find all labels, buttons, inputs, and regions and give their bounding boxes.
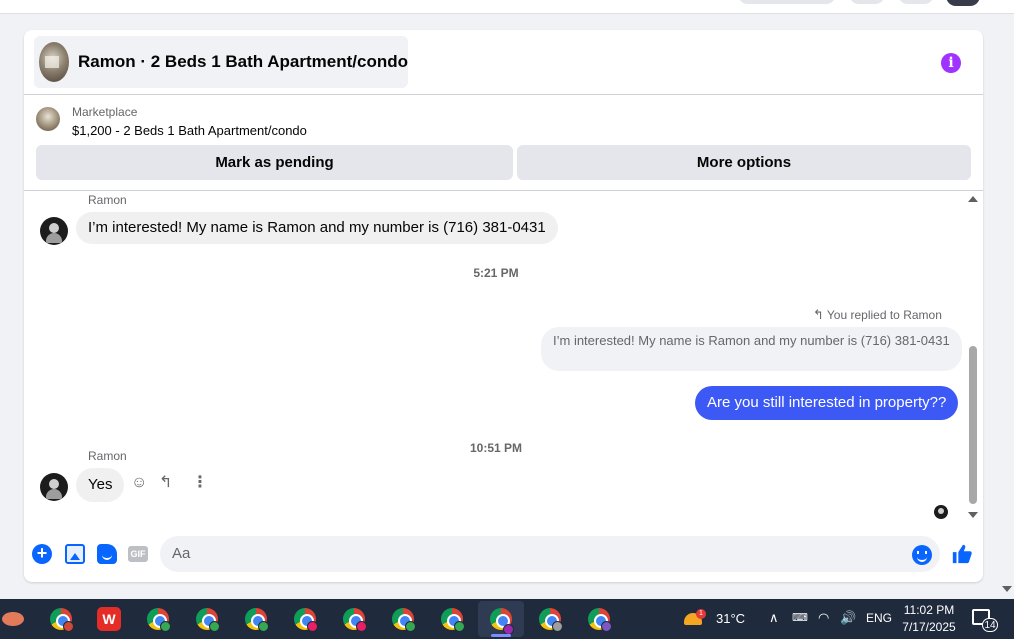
scroll-down-arrow[interactable]: [968, 512, 978, 518]
profile-badge: [405, 621, 416, 632]
profile-badge: [160, 621, 171, 632]
clock[interactable]: 11:02 PM 7/17/2025: [893, 602, 965, 636]
taskbar-chrome-t[interactable]: [46, 604, 76, 634]
more-options-button[interactable]: More options: [517, 145, 971, 180]
incoming-message[interactable]: I’m interested! My name is Ramon and my …: [76, 212, 558, 244]
wps-icon: W: [97, 607, 121, 631]
chat-window: Ramon · 2 Beds 1 Bath Apartment/condo i …: [24, 30, 983, 582]
more-actions-icon[interactable]: ⋮: [192, 474, 208, 492]
profile-badge: [258, 621, 269, 632]
reply-context: ↰ You replied to Ramon: [813, 307, 942, 323]
seen-indicator-avatar: [934, 505, 948, 519]
profile-badge: [356, 621, 367, 632]
info-icon[interactable]: i: [941, 53, 961, 73]
message-composer: + GIF Aa: [24, 532, 983, 582]
start-icon[interactable]: [0, 604, 28, 634]
temperature[interactable]: 31°C: [716, 611, 745, 626]
message-thread: Ramon I’m interested! My name is Ramon a…: [24, 192, 983, 532]
notification-count: 14: [982, 618, 998, 632]
top-nav-menu-button[interactable]: [849, 0, 885, 4]
taskbar-chrome[interactable]: [290, 604, 320, 634]
taskbar-chrome[interactable]: [584, 604, 614, 634]
top-nav-pill-button[interactable]: [738, 0, 836, 4]
outgoing-message[interactable]: Are you still interested in property??: [695, 386, 959, 420]
timestamp: 10:51 PM: [469, 441, 523, 455]
mark-as-pending-button[interactable]: Mark as pending: [36, 145, 513, 180]
clock-date: 7/17/2025: [902, 620, 956, 634]
react-emoji-icon[interactable]: ☺: [131, 474, 147, 492]
timestamp: 5:21 PM: [473, 266, 519, 280]
profile-badge: [601, 621, 612, 632]
sender-avatar[interactable]: [40, 473, 68, 501]
incoming-message[interactable]: Yes: [76, 468, 125, 502]
taskbar-chrome[interactable]: [241, 604, 271, 634]
scrollbar-thumb[interactable]: [969, 346, 977, 504]
thumbs-up-icon[interactable]: [951, 543, 973, 565]
sticker-icon[interactable]: [97, 544, 117, 564]
language-indicator[interactable]: ENG: [866, 611, 892, 625]
plus-icon[interactable]: +: [32, 544, 52, 564]
reply-context-label: You replied to Ramon: [826, 308, 942, 322]
profile-badge: [63, 621, 74, 632]
listing-thumbnail[interactable]: [36, 107, 60, 131]
windows-taskbar: W: [0, 599, 1014, 639]
top-nav-notification-button[interactable]: [898, 0, 934, 4]
profile-badge: [552, 621, 563, 632]
taskbar-chrome[interactable]: [192, 604, 222, 634]
taskbar-chrome[interactable]: [437, 604, 467, 634]
scroll-up-arrow[interactable]: [968, 196, 978, 202]
gif-icon[interactable]: GIF: [128, 546, 148, 562]
conversation-title-button[interactable]: Ramon · 2 Beds 1 Bath Apartment/condo: [34, 36, 408, 88]
active-indicator: [491, 634, 511, 637]
taskbar-chrome[interactable]: [535, 604, 565, 634]
top-navigation-strip: [0, 0, 1014, 14]
profile-badge: [454, 621, 465, 632]
taskbar-chrome[interactable]: [339, 604, 369, 634]
conversation-title: Ramon · 2 Beds 1 Bath Apartment/condo: [78, 52, 408, 71]
listing-avatar: [39, 42, 70, 82]
quoted-message[interactable]: I’m interested! My name is Ramon and my …: [541, 327, 962, 371]
taskbar-chrome[interactable]: [143, 604, 173, 634]
weather-alert-badge: 1: [696, 609, 706, 619]
chat-header: Ramon · 2 Beds 1 Bath Apartment/condo i: [24, 30, 983, 95]
page-scroll-down-arrow[interactable]: [1002, 586, 1012, 592]
reply-icon[interactable]: ↰: [159, 474, 172, 492]
weather-icon[interactable]: 1: [684, 609, 706, 627]
profile-avatar[interactable]: [946, 0, 980, 6]
chevron-up-icon[interactable]: ∧: [769, 610, 779, 626]
taskbar-wps[interactable]: W: [94, 604, 124, 634]
listing-price-title[interactable]: $1,200 - 2 Beds 1 Bath Apartment/condo: [72, 123, 307, 138]
speaker-icon[interactable]: 🔊: [840, 610, 856, 626]
emoji-icon[interactable]: [912, 545, 932, 565]
taskbar-chrome[interactable]: [388, 604, 418, 634]
photo-icon[interactable]: [65, 544, 85, 564]
listing-panel: Marketplace $1,200 - 2 Beds 1 Bath Apart…: [24, 96, 983, 191]
sender-name: Ramon: [88, 193, 127, 207]
start-app-icon: [2, 612, 24, 626]
taskbar-chrome-active[interactable]: [478, 601, 524, 637]
clock-time: 11:02 PM: [903, 603, 955, 617]
listing-source: Marketplace: [72, 105, 138, 119]
message-input[interactable]: Aa: [160, 536, 940, 572]
profile-badge: [307, 621, 318, 632]
reply-icon: ↰: [813, 307, 824, 322]
wifi-icon[interactable]: ◠: [818, 610, 829, 626]
sender-avatar[interactable]: [40, 217, 68, 245]
profile-badge: [209, 621, 220, 632]
input-method-icon[interactable]: ⌨: [792, 611, 808, 624]
sender-name: Ramon: [88, 449, 127, 463]
